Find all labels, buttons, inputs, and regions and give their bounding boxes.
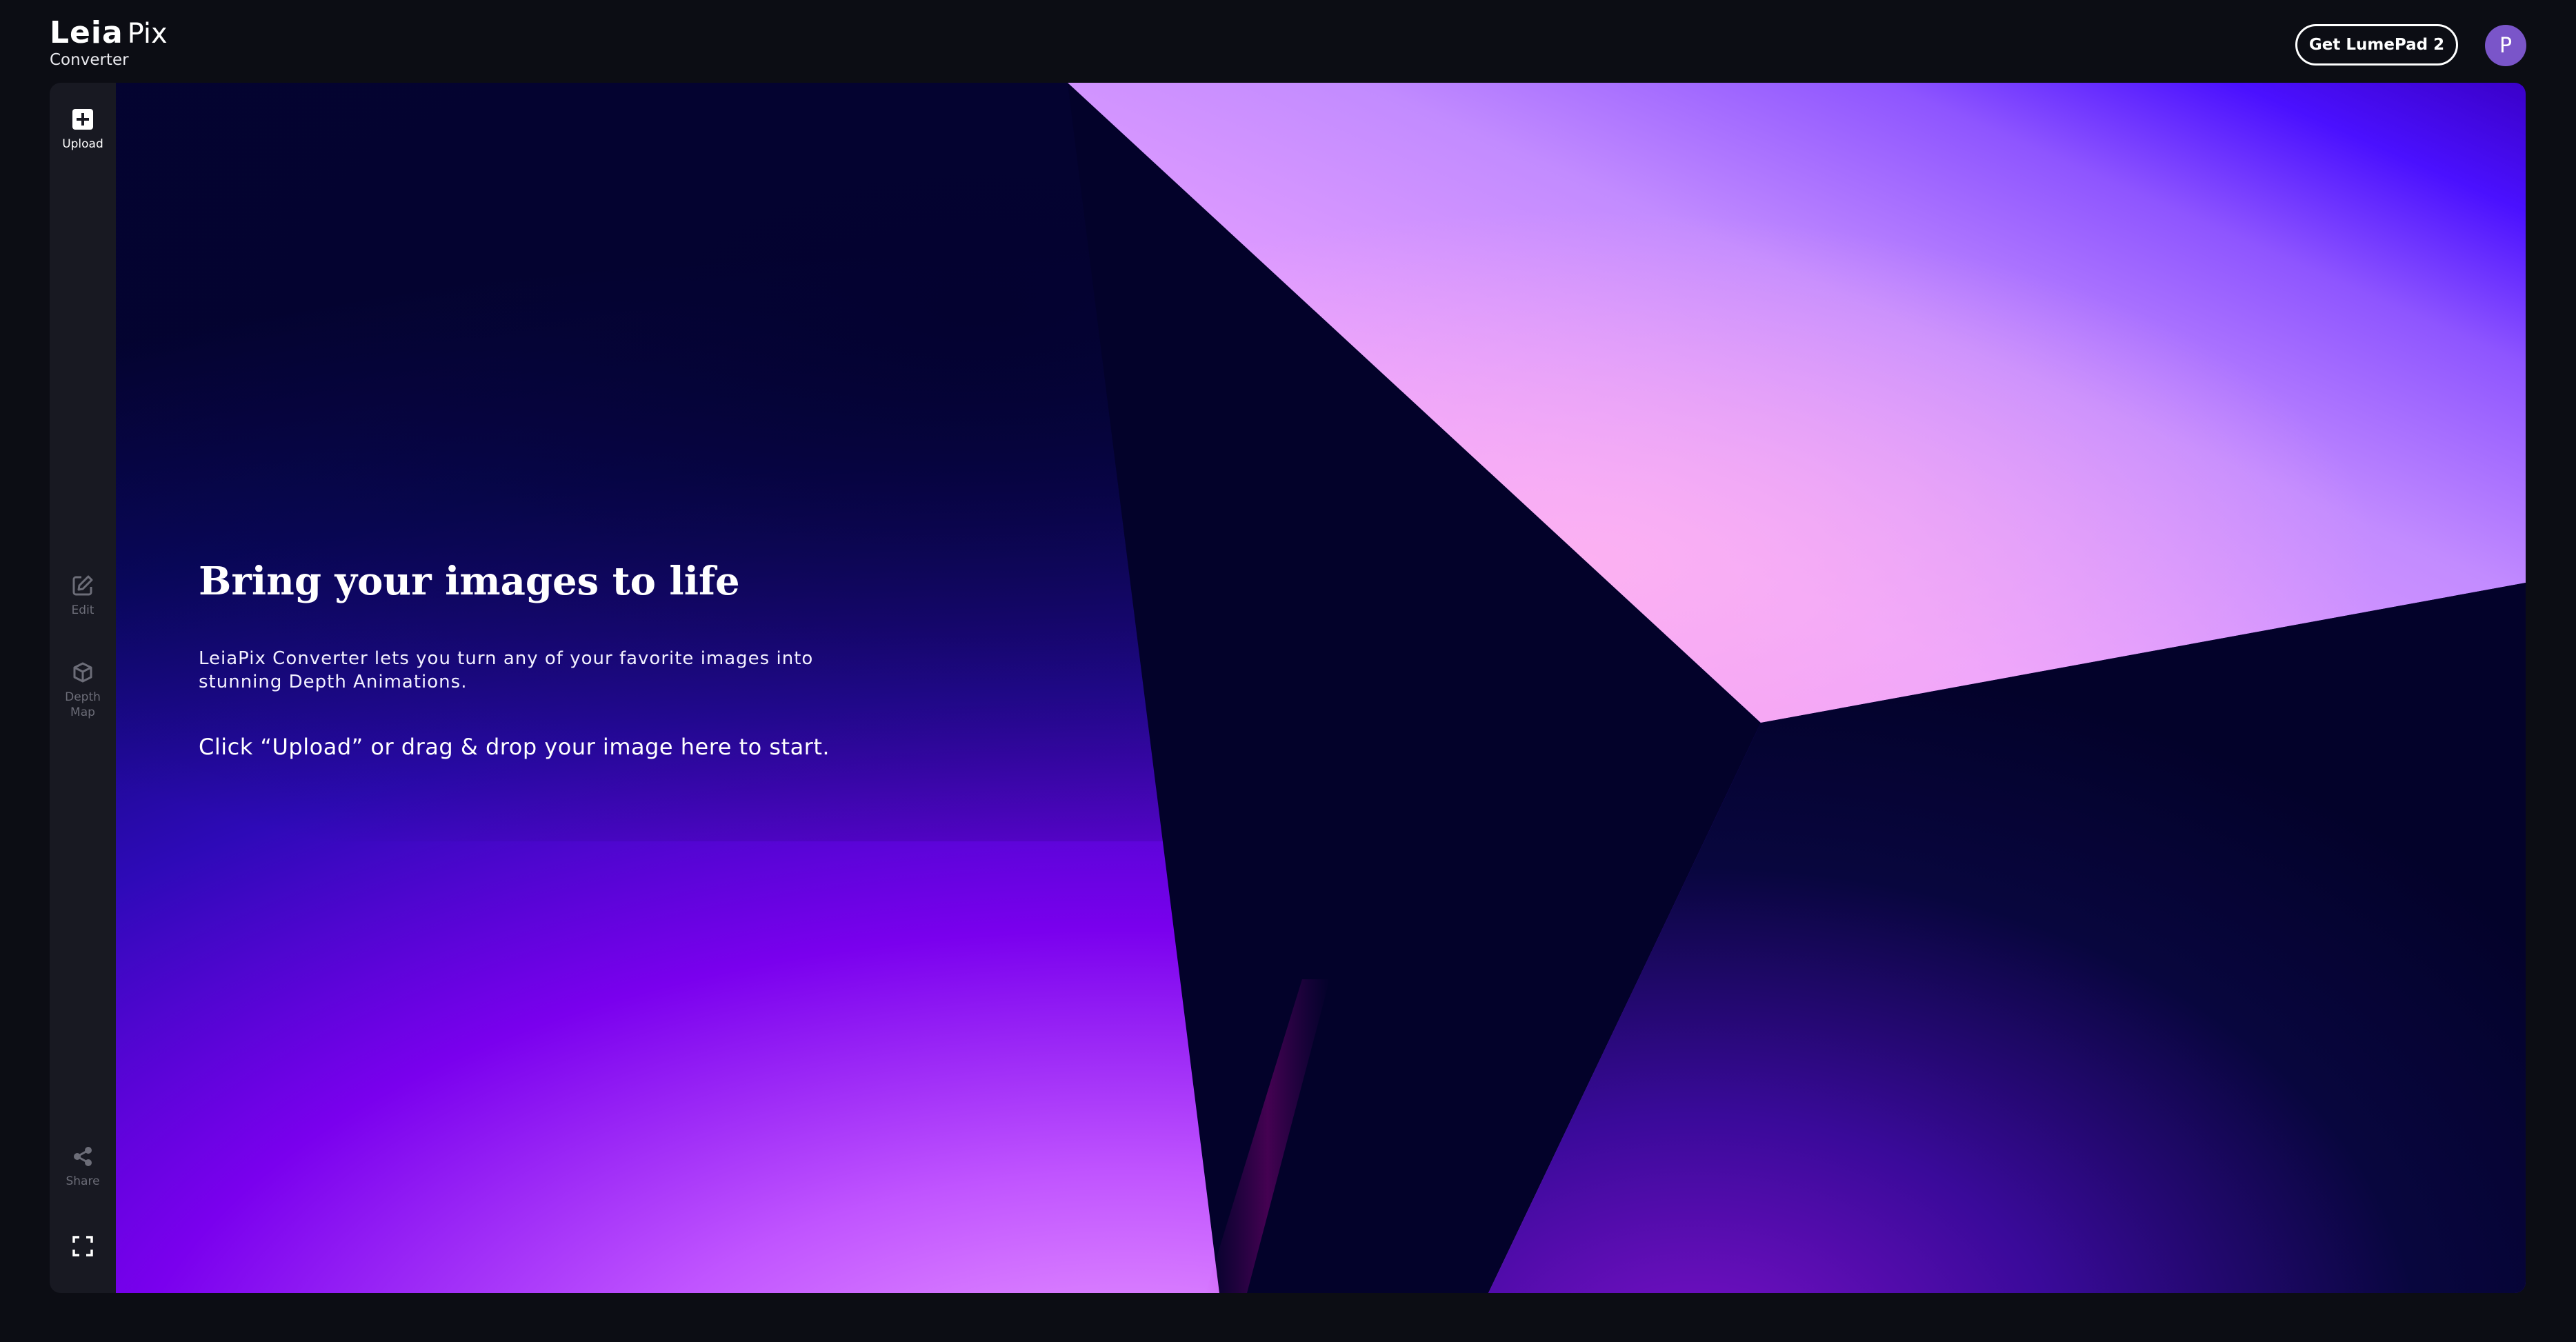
app-page: Leia Pix Converter Get LumePad 2 P Uploa…: [0, 0, 2576, 1342]
sidebar-item-share[interactable]: Share: [50, 1145, 116, 1189]
leiapix-logo[interactable]: Leia Pix Converter: [50, 15, 168, 70]
logo-pix-text: Pix: [127, 18, 168, 50]
user-avatar[interactable]: P: [2485, 25, 2526, 66]
sidebar-item-depth-map[interactable]: Depth Map: [50, 661, 116, 720]
hero-title: Bring your images to life: [199, 559, 740, 604]
upload-instruction: Click “Upload” or drag & drop your image…: [199, 734, 830, 760]
edit-icon: [71, 574, 94, 597]
fullscreen-icon: [71, 1234, 94, 1258]
hero-description: LeiaPix Converter lets you turn any of y…: [199, 648, 814, 692]
upload-drop-zone[interactable]: Bring your images to life LeiaPix Conver…: [116, 83, 2526, 1293]
sidebar-item-fullscreen[interactable]: [50, 1234, 116, 1258]
tool-sidebar: Upload Edit Depth Map Share: [50, 83, 116, 1293]
logo-subtitle: Converter: [50, 51, 129, 69]
sidebar-item-label: Edit: [71, 603, 94, 617]
top-header: Leia Pix Converter Get LumePad 2 P: [0, 0, 2576, 83]
sidebar-item-label: Upload: [62, 137, 103, 151]
depth-map-icon: [71, 661, 94, 684]
logo-leia-text: Leia: [50, 15, 123, 50]
sidebar-item-edit[interactable]: Edit: [50, 574, 116, 618]
sidebar-item-label: Depth Map: [65, 690, 101, 719]
upload-plus-icon: [71, 108, 94, 131]
get-lumepad-button[interactable]: Get LumePad 2: [2295, 24, 2458, 66]
sidebar-item-label: Share: [66, 1174, 100, 1188]
sidebar-item-upload[interactable]: Upload: [50, 108, 116, 152]
share-icon: [71, 1145, 94, 1168]
